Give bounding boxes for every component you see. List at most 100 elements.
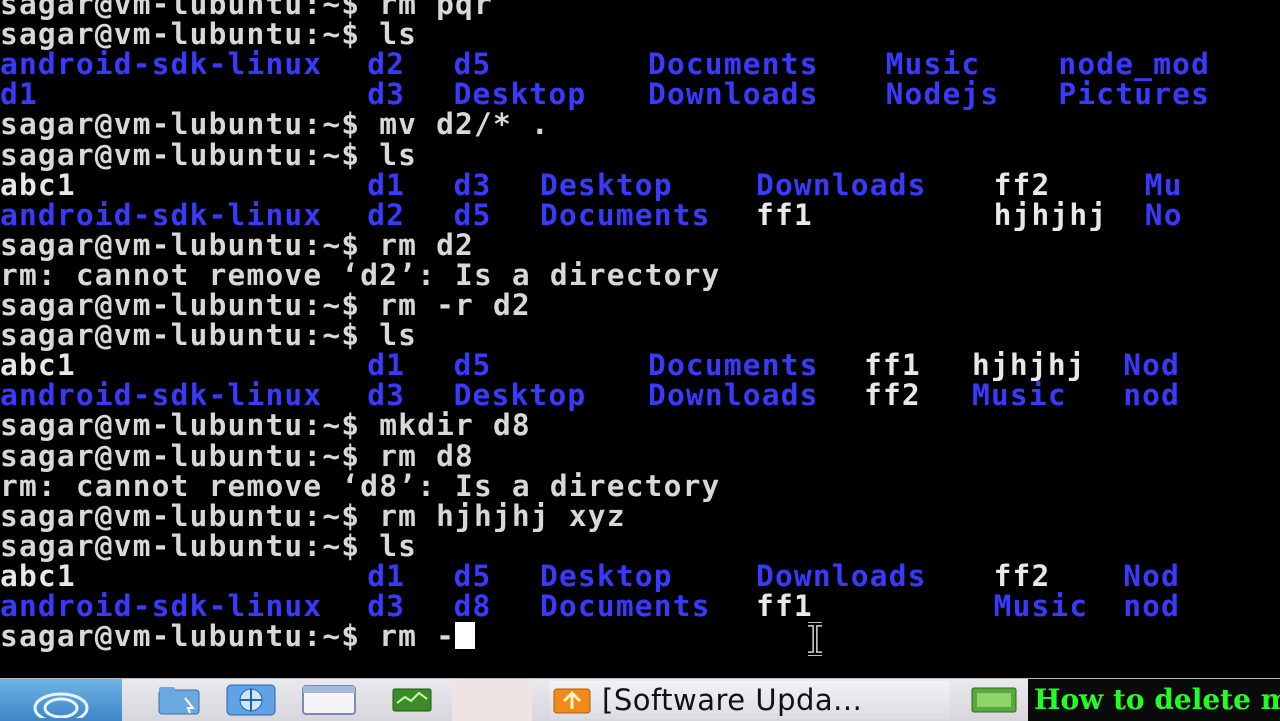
directory-entry: Documents: [648, 47, 819, 82]
directory-entry: Nod: [1123, 558, 1181, 593]
shell-prompt: sagar@vm-lubuntu:~$: [0, 137, 361, 172]
directory-entry: android-sdk-linux: [0, 589, 323, 623]
command-output: rm: cannot remove ‘d2’: Is a directory: [0, 260, 1280, 290]
directory-entry: d3: [367, 77, 406, 112]
file-entry: ff2: [993, 558, 1051, 593]
directory-entry: Desktop: [540, 558, 673, 593]
shell-prompt: sagar@vm-lubuntu:~$: [0, 408, 361, 443]
directory-entry: d5: [453, 197, 492, 232]
command-text: ls: [360, 318, 418, 353]
directory-entry: nod: [1123, 589, 1181, 623]
command-line: sagar@vm-lubuntu:~$ ls: [0, 320, 1280, 350]
system-monitor-icon: [971, 687, 1017, 713]
taskbar: [Software Upda... How to delete mul: [0, 678, 1280, 721]
shell-prompt: sagar@vm-lubuntu:~$: [0, 288, 361, 322]
directory-entry: Downloads: [648, 77, 819, 112]
command-line: sagar@vm-lubuntu:~$ rm d8: [0, 441, 1280, 471]
command-text: mv d2/* .: [360, 107, 550, 142]
command-line: sagar@vm-lubuntu:~$ rm d2: [0, 230, 1280, 260]
file-manager-launcher[interactable]: [150, 683, 208, 717]
file-entry: ff2: [864, 378, 921, 413]
directory-entry: d2: [367, 47, 406, 82]
file-entry: ff1: [756, 589, 813, 623]
file-entry: ff2: [993, 167, 1051, 202]
web-browser-launcher[interactable]: [220, 683, 282, 717]
directory-entry: android-sdk-linux: [0, 197, 323, 232]
directory-entry: Downloads: [756, 167, 927, 202]
lubuntu-logo-icon: [33, 692, 89, 718]
text-cursor-icon: [806, 622, 824, 656]
ls-output-row: android-sdk-linux d3 Desktop Downloads ff2 Mu…: [0, 380, 1280, 410]
command-text: rm -r d2: [360, 288, 531, 322]
command-line: sagar@vm-lubuntu:~$ rm hjhjhj xyz: [0, 501, 1280, 531]
start-menu-button[interactable]: [0, 679, 122, 721]
system-monitor-icon: [392, 688, 432, 712]
directory-entry: Documents: [540, 589, 711, 623]
command-line: sagar@vm-lubuntu:~$ mv d2/* .: [0, 109, 1280, 139]
shell-prompt: sagar@vm-lubuntu:~$: [0, 619, 361, 654]
directory-entry: Music: [993, 589, 1089, 623]
directory-entry: d3: [367, 589, 406, 623]
directory-entry: Downloads: [648, 378, 819, 413]
directory-entry: d3: [453, 167, 492, 202]
command-line: sagar@vm-lubuntu:~$ ls: [0, 531, 1280, 561]
shell-prompt: sagar@vm-lubuntu:~$: [0, 498, 361, 533]
ls-output-row: abc1 d1 d5 Desktop Downloads ff2 Nod: [0, 561, 1280, 591]
directory-entry: d3: [367, 378, 406, 413]
taskbar-empty-slot: [452, 679, 532, 721]
command-output: rm: cannot remove ‘d8’: Is a directory: [0, 471, 1280, 501]
terminal-block-cursor: [455, 622, 476, 650]
terminal-launcher[interactable]: [298, 683, 360, 717]
directory-entry: android-sdk-linux: [0, 47, 323, 82]
directory-entry: Desktop: [540, 167, 673, 202]
command-text: ls: [360, 17, 418, 52]
directory-entry: d1: [0, 77, 38, 112]
command-line: sagar@vm-lubuntu:~$ mkdir d8: [0, 410, 1280, 440]
shell-prompt: sagar@vm-lubuntu:~$: [0, 528, 361, 563]
directory-entry: Music: [885, 47, 981, 82]
error-message: rm: cannot remove ‘d2’: Is a directory: [0, 257, 721, 292]
task-software-updater[interactable]: [Software Upda...: [550, 681, 950, 719]
command-text: ls: [360, 137, 418, 172]
directory-entry: No: [1144, 197, 1183, 232]
command-line: sagar@vm-lubuntu:~$ rm -: [0, 621, 1280, 651]
directory-entry: node_mod: [1058, 47, 1211, 82]
command-text: rm d8: [360, 438, 475, 473]
ls-output-row: d1 d3 Desktop Downloads Nodejs Pictures: [0, 79, 1280, 109]
task-label: [Software Upda...: [602, 683, 863, 717]
web-browser-icon: [226, 684, 276, 716]
command-text: rm d2: [360, 227, 475, 262]
directory-entry: android-sdk-linux: [0, 378, 323, 413]
ls-output-row: abc1 d1 d5 Documents ff1 hjhjhj Nod: [0, 350, 1280, 380]
file-manager-icon: [158, 687, 200, 715]
shell-prompt: sagar@vm-lubuntu:~$: [0, 438, 361, 473]
file-entry: hjhjhj: [972, 348, 1086, 383]
directory-entry: d5: [453, 348, 492, 383]
command-text: mkdir d8: [360, 408, 531, 443]
software-updater-icon: [553, 688, 591, 714]
error-message: rm: cannot remove ‘d8’: Is a directory: [0, 468, 721, 503]
file-entry: abc1: [0, 348, 76, 383]
ls-output-row: android-sdk-linux d2 d5 Documents Music node_…: [0, 49, 1280, 79]
directory-entry: Downloads: [756, 558, 927, 593]
command-line: sagar@vm-lubuntu:~$ ls: [0, 140, 1280, 170]
directory-entry: nod: [1123, 378, 1181, 413]
system-monitor-launcher[interactable]: [388, 683, 436, 717]
file-entry: abc1: [0, 167, 76, 202]
file-entry: ff1: [756, 197, 813, 232]
directory-entry: d5: [453, 558, 492, 593]
shell-prompt: sagar@vm-lubuntu:~$: [0, 227, 361, 262]
directory-entry: Nodejs: [885, 77, 1000, 112]
shell-prompt: sagar@vm-lubuntu:~$: [0, 17, 361, 52]
file-entry: ff1: [864, 348, 921, 383]
directory-entry: Desktop: [453, 77, 587, 112]
terminal-window[interactable]: sagar@vm-lubuntu:~$ rm pqr sagar@vm-lubun…: [0, 0, 1280, 678]
command-text[interactable]: rm -: [360, 619, 455, 653]
terminal-icon: [302, 685, 356, 715]
green-task-button[interactable]: [966, 683, 1022, 717]
directory-entry: Pictures: [1058, 77, 1211, 112]
directory-entry: Desktop: [453, 378, 587, 413]
command-line: sagar@vm-lubuntu:~$ ls: [0, 19, 1280, 49]
directory-entry: d8: [453, 589, 492, 623]
directory-entry: d5: [453, 47, 492, 82]
